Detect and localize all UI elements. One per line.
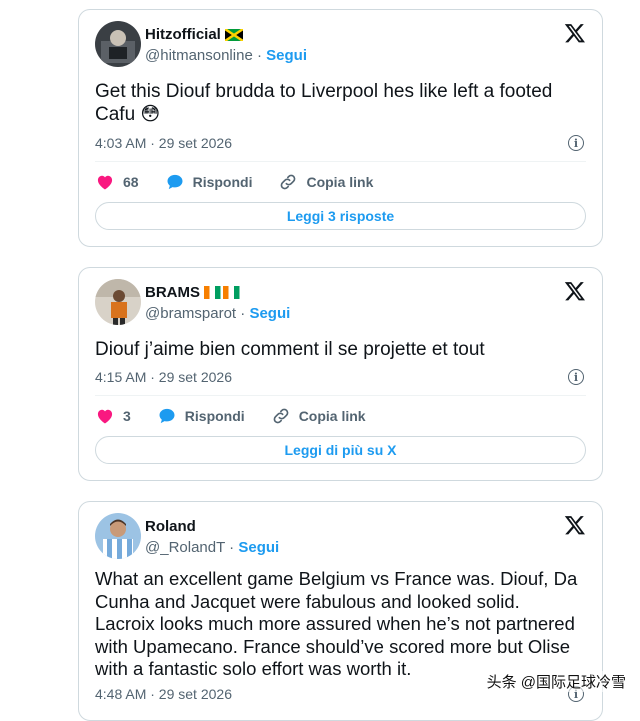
author-handle[interactable]: @hitmansonline	[145, 47, 253, 64]
link-icon	[281, 174, 296, 190]
reply-button[interactable]: Rispondi	[165, 172, 253, 192]
x-logo-icon[interactable]	[564, 514, 586, 536]
timestamp[interactable]: 4:03 AM · 29 set 2026	[95, 135, 232, 151]
reply-bubble-icon	[167, 174, 183, 190]
author-name[interactable]: Roland	[145, 518, 196, 535]
info-icon[interactable]: i	[568, 135, 584, 151]
ivory-coast-flag-icon	[204, 286, 240, 299]
heart-icon	[97, 409, 113, 424]
handle-line: @bramsparot · Segui	[145, 305, 290, 322]
avatar[interactable]	[95, 513, 141, 559]
divider	[95, 161, 586, 162]
handle-line: @hitmansonline · Segui	[145, 47, 307, 64]
reply-label: Rispondi	[184, 408, 245, 424]
follow-button[interactable]: Segui	[238, 539, 279, 556]
like-count: 68	[123, 174, 139, 190]
separator: ·	[240, 305, 246, 322]
follow-button[interactable]: Segui	[249, 305, 290, 322]
x-logo-icon[interactable]	[564, 280, 586, 302]
jamaica-flag-icon	[224, 28, 243, 41]
handle-line: @_RolandT · Segui	[145, 539, 279, 556]
like-button[interactable]: 3	[95, 406, 131, 426]
info-icon[interactable]: i	[568, 369, 584, 385]
tweet-card: Hitzofficial @hitmansonline · Segui Get …	[78, 9, 603, 247]
copy-link-label: Copia link	[298, 408, 366, 424]
tweet-text: What an excellent game Belgium vs France…	[95, 568, 578, 679]
author-name-text[interactable]: Roland	[145, 518, 196, 535]
author-name[interactable]: BRAMS	[145, 284, 240, 301]
link-icon	[273, 408, 289, 424]
avatar[interactable]	[95, 21, 141, 67]
watermark: 头条 @国际足球冷雪	[486, 671, 626, 692]
tweet-text: Diouf j’aime bien comment il se projette…	[95, 339, 485, 360]
action-bar: 3 Rispondi Copia link	[95, 404, 586, 428]
reply-button[interactable]: Rispondi	[157, 406, 245, 426]
author-handle[interactable]: @_RolandT	[145, 539, 225, 556]
tweet-text: Get this Diouf brudda to Liverpool hes l…	[95, 81, 553, 125]
author-handle[interactable]: @bramsparot	[145, 305, 236, 322]
author-name[interactable]: Hitzofficial	[145, 26, 243, 43]
like-count: 3	[123, 408, 131, 424]
timestamp[interactable]: 4:15 AM · 29 set 2026	[95, 369, 232, 385]
copy-link-label: Copia link	[306, 174, 374, 190]
separator: ·	[256, 47, 262, 64]
action-bar: 68 Rispondi Copia link	[95, 170, 586, 194]
read-more-on-x-button[interactable]: Leggi di più su X	[95, 436, 586, 464]
copy-link-button[interactable]: Copia link	[271, 406, 366, 426]
read-replies-button[interactable]: Leggi 3 risposte	[95, 202, 586, 230]
heart-icon	[97, 175, 113, 190]
reply-bubble-icon	[159, 408, 175, 424]
x-logo-icon[interactable]	[564, 22, 586, 44]
tweet-card: BRAMS @bramsparot · Segui Diouf j’aime b…	[78, 267, 603, 481]
divider	[95, 395, 586, 396]
author-name-text[interactable]: BRAMS	[145, 284, 200, 301]
copy-link-button[interactable]: Copia link	[278, 172, 373, 192]
avatar[interactable]	[95, 279, 141, 325]
follow-button[interactable]: Segui	[266, 47, 307, 64]
author-name-text[interactable]: Hitzofficial	[145, 26, 221, 43]
reply-label: Rispondi	[192, 174, 253, 190]
like-button[interactable]: 68	[95, 172, 139, 192]
timestamp[interactable]: 4:48 AM · 29 set 2026	[95, 686, 232, 702]
separator: ·	[229, 539, 235, 556]
